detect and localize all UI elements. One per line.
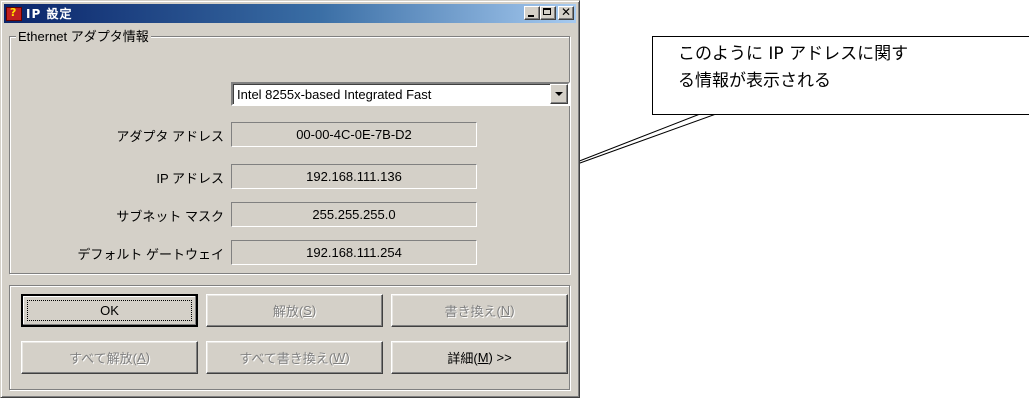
release-accesskey: S bbox=[303, 303, 312, 318]
callout-line-1: このように IP アドレスに関す bbox=[678, 44, 909, 64]
maximize-button[interactable] bbox=[540, 6, 556, 20]
app-icon[interactable] bbox=[6, 6, 22, 21]
window-title: IP 設定 bbox=[26, 7, 73, 21]
default-gateway-value: 192.168.111.254 bbox=[231, 240, 477, 265]
details-button[interactable]: 詳細(M) >> bbox=[391, 341, 568, 374]
release-all-accesskey: A bbox=[136, 350, 146, 365]
chevron-down-icon bbox=[555, 92, 563, 96]
renew-accesskey: N bbox=[500, 303, 511, 318]
renew-all-label-end: ) bbox=[345, 350, 350, 365]
subnet-mask-label: サブネット マスク bbox=[116, 209, 224, 224]
release-label-end: ) bbox=[311, 303, 317, 318]
annotation-callout: このように IP アドレスに関す る情報が表示される bbox=[652, 36, 1029, 115]
release-all-label-end: ) bbox=[145, 350, 150, 365]
renew-button[interactable]: 書き換え(N) bbox=[391, 294, 568, 327]
maximize-icon bbox=[543, 8, 551, 15]
adapter-address-label: アダプタ アドレス bbox=[116, 129, 224, 144]
renew-label-end: ) bbox=[510, 303, 515, 318]
ip-address-label: IP アドレス bbox=[156, 171, 224, 186]
ip-address-value: 192.168.111.136 bbox=[231, 164, 477, 189]
ok-button[interactable]: OK bbox=[21, 294, 198, 327]
release-label: 解放( bbox=[272, 304, 304, 319]
default-gateway-label: デフォルト ゲートウェイ bbox=[77, 247, 224, 262]
focus-rect bbox=[27, 300, 192, 321]
details-label: 詳細( bbox=[447, 351, 478, 366]
details-label-end: ) >> bbox=[488, 350, 512, 365]
adapter-address-value: 00-00-4C-0E-7B-D2 bbox=[231, 122, 477, 147]
details-accesskey: M bbox=[477, 350, 489, 365]
release-all-button[interactable]: すべて解放(A) bbox=[21, 341, 198, 374]
adapter-info-group bbox=[9, 36, 570, 274]
close-button[interactable]: ✕ bbox=[558, 5, 574, 20]
release-all-label: すべて解放( bbox=[69, 351, 137, 366]
callout-line-2: る情報が表示される bbox=[678, 71, 831, 91]
adapter-select[interactable]: Intel 8255x-based Integrated Fast bbox=[231, 82, 570, 106]
minimize-button[interactable] bbox=[524, 6, 540, 20]
renew-all-accesskey: W bbox=[333, 350, 346, 365]
close-icon: ✕ bbox=[560, 5, 572, 19]
renew-all-button[interactable]: すべて書き換え(W) bbox=[206, 341, 383, 374]
renew-label: 書き換え( bbox=[444, 304, 501, 319]
subnet-mask-value: 255.255.255.0 bbox=[231, 202, 477, 227]
adapter-info-legend: Ethernet アダプタ情報 bbox=[16, 26, 151, 45]
adapter-select-value: Intel 8255x-based Integrated Fast bbox=[237, 87, 432, 102]
adapter-dropdown-button[interactable] bbox=[550, 84, 568, 104]
renew-all-label: すべて書き換え( bbox=[239, 351, 334, 366]
title-bar[interactable]: IP 設定 ✕ bbox=[4, 4, 576, 23]
release-button[interactable]: 解放(S) bbox=[206, 294, 383, 327]
minimize-icon bbox=[528, 15, 534, 17]
